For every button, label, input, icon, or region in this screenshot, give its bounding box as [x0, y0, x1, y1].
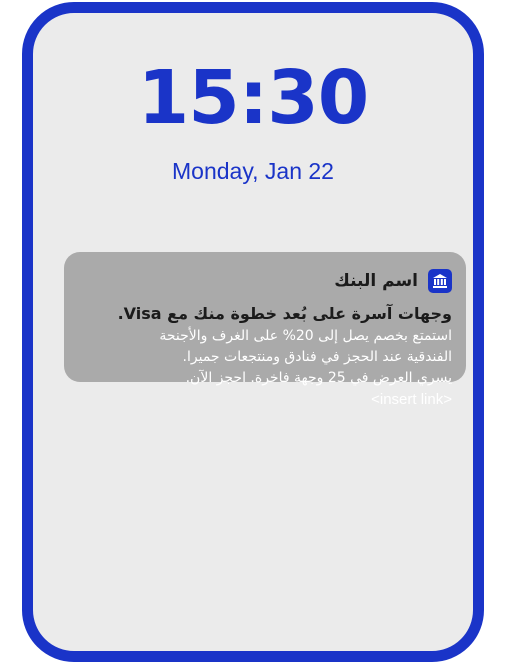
bank-icon [428, 269, 452, 293]
notification-app-name: اسم البنك [334, 271, 418, 291]
notification-body-line: استمتع بخصم يصل إلى 20% على الغرف والأجن… [159, 328, 452, 344]
notification-header: اسم البنك [78, 266, 452, 296]
lockscreen-date: Monday, Jan 22 [172, 158, 334, 184]
lockscreen-time: 15:30 [137, 55, 370, 141]
notification-body-line: الفندقية عند الحجز في فنادق ومنتجعات جمي… [182, 349, 452, 365]
phone-frame: 15:30 Monday, Jan 22 اسم البنك وجهات آسر… [22, 2, 484, 662]
notification-link[interactable]: <insert link> [78, 389, 452, 410]
notification-body-line: يسري العرض في 25 وجهة فاخرة. احجز الآن. [185, 370, 452, 386]
notification-title: وجهات آسرة على بُعد خطوة منك مع Visa. [117, 304, 452, 323]
notification-card[interactable]: اسم البنك وجهات آسرة على بُعد خطوة منك م… [64, 252, 466, 408]
